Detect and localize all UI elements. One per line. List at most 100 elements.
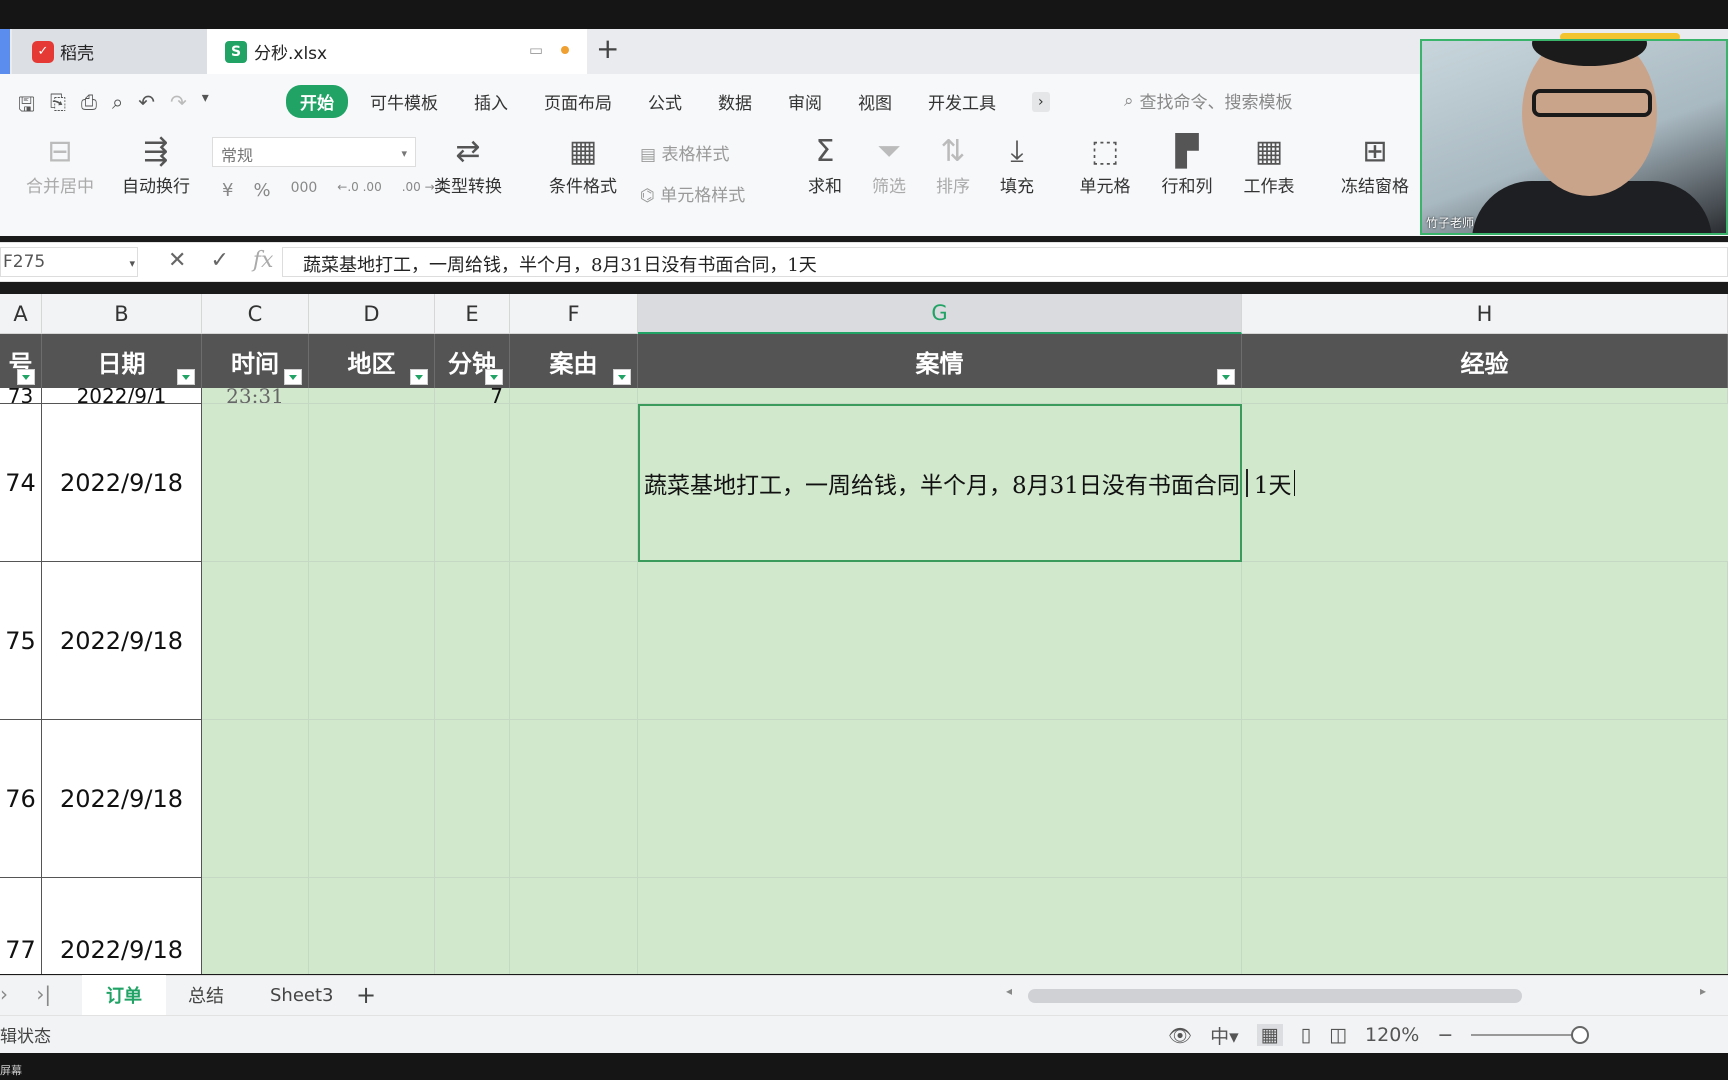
filter-dropdown-icon[interactable]: [1217, 369, 1235, 385]
formula-input[interactable]: 蔬菜基地打工，一周给钱，半个月，8月31日没有书面合同，1天: [282, 247, 1728, 277]
last-sheet-icon[interactable]: ›|: [36, 982, 51, 1006]
col-header-c[interactable]: C: [202, 294, 309, 334]
date-cell[interactable]: 2022/9/18: [42, 720, 202, 878]
zoom-slider[interactable]: [1471, 1026, 1590, 1044]
command-search[interactable]: ⌕ 查找命令、搜索模板: [1124, 88, 1293, 114]
scroll-left-icon[interactable]: ◂: [1006, 984, 1012, 998]
cancel-icon[interactable]: ✕: [168, 248, 186, 273]
menu-more-chevron-icon[interactable]: ›: [1032, 91, 1050, 112]
cause-cell[interactable]: [510, 720, 638, 878]
sum-button[interactable]: Σ 求和: [800, 132, 850, 197]
filter-dropdown-icon[interactable]: [177, 369, 195, 385]
case-cell[interactable]: [638, 878, 1242, 974]
filter-button[interactable]: ⏷ 筛选: [864, 132, 914, 197]
tab-file[interactable]: S 分秒.xlsx ▭: [207, 29, 587, 74]
row-number[interactable]: 73: [0, 388, 42, 404]
col-header-a[interactable]: A: [0, 294, 42, 334]
horizontal-scrollbar[interactable]: ◂ ▸: [1006, 984, 1706, 1003]
menu-templates[interactable]: 可牛模板: [370, 89, 438, 114]
monitor-icon[interactable]: ▭: [529, 41, 543, 59]
col-header-f[interactable]: F: [510, 294, 638, 334]
preview-icon[interactable]: ⌕: [112, 90, 123, 124]
fill-button[interactable]: ⤓ 填充: [992, 132, 1042, 197]
print-icon[interactable]: ⎙: [81, 90, 97, 124]
minutes-cell[interactable]: 7: [435, 388, 510, 404]
cell-button[interactable]: ⬚ 单元格: [1072, 132, 1138, 197]
number-format-select[interactable]: 常规 ▾: [212, 137, 416, 167]
region-cell[interactable]: [309, 562, 435, 720]
region-cell[interactable]: [309, 720, 435, 878]
customize-icon[interactable]: ▾: [202, 90, 209, 124]
region-cell[interactable]: [309, 404, 435, 562]
cause-cell[interactable]: [510, 404, 638, 562]
filter-dropdown-icon[interactable]: [613, 369, 631, 385]
sheet-tab-summary[interactable]: 总结: [164, 975, 248, 1015]
row-number[interactable]: 74: [0, 404, 42, 562]
page-break-view-icon[interactable]: ◫: [1329, 1024, 1347, 1046]
add-sheet-plus-icon[interactable]: +: [346, 975, 386, 1015]
menu-review[interactable]: 审阅: [788, 89, 822, 114]
table-style-button[interactable]: ▤ 表格样式: [640, 140, 729, 165]
filter-dropdown-icon[interactable]: [17, 369, 35, 385]
minutes-cell[interactable]: [435, 404, 510, 562]
menu-data[interactable]: 数据: [718, 89, 752, 114]
time-cell[interactable]: [202, 562, 309, 720]
sort-button[interactable]: ⇅ 排序: [928, 132, 978, 197]
time-cell[interactable]: [202, 720, 309, 878]
experience-cell[interactable]: [1242, 878, 1728, 974]
col-header-e[interactable]: E: [435, 294, 510, 334]
fx-icon[interactable]: fx: [253, 248, 274, 273]
case-cell[interactable]: [638, 388, 1242, 404]
col-header-h[interactable]: H: [1242, 294, 1728, 334]
region-cell[interactable]: [309, 388, 435, 404]
cell-style-button[interactable]: ⌬ 单元格样式: [640, 181, 745, 206]
zoom-level[interactable]: 120%: [1365, 1024, 1419, 1046]
new-tab-plus-icon[interactable]: +: [596, 32, 619, 65]
cause-cell[interactable]: [510, 878, 638, 974]
minutes-cell[interactable]: [435, 720, 510, 878]
date-cell[interactable]: 2022/9/1: [42, 388, 202, 404]
zoom-out-icon[interactable]: −: [1437, 1024, 1453, 1046]
cause-cell[interactable]: [510, 562, 638, 720]
minutes-cell[interactable]: [435, 562, 510, 720]
eye-protection-icon[interactable]: 👁: [1168, 1024, 1192, 1047]
col-header-d[interactable]: D: [309, 294, 435, 334]
time-cell[interactable]: 23:31: [202, 388, 309, 404]
percent-button[interactable]: %: [253, 180, 270, 201]
time-cell[interactable]: [202, 404, 309, 562]
filter-dropdown-icon[interactable]: [284, 369, 302, 385]
menu-formulas[interactable]: 公式: [648, 89, 682, 114]
wrap-text-button[interactable]: ⇶ 自动换行: [118, 132, 194, 197]
increase-decimal-button[interactable]: ←.0 .00: [337, 180, 381, 201]
menu-developer[interactable]: 开发工具: [928, 89, 996, 114]
experience-cell[interactable]: [1242, 388, 1728, 404]
date-cell[interactable]: 2022/9/18: [42, 562, 202, 720]
date-cell[interactable]: 2022/9/18: [42, 404, 202, 562]
save-icon[interactable]: 🖫: [18, 90, 35, 124]
sheet-tab-sheet3[interactable]: Sheet3: [246, 975, 358, 1015]
case-cell[interactable]: [638, 562, 1242, 720]
confirm-icon[interactable]: ✓: [210, 248, 228, 273]
redo-icon[interactable]: ↷: [170, 90, 187, 124]
type-convert-button[interactable]: ⇄ 类型转换: [424, 132, 512, 197]
scroll-right-icon[interactable]: ▸: [1700, 984, 1706, 998]
experience-cell[interactable]: [1242, 720, 1728, 878]
col-header-b[interactable]: B: [42, 294, 202, 334]
next-sheet-icon[interactable]: ›: [0, 982, 8, 1006]
menu-view[interactable]: 视图: [858, 89, 892, 114]
row-number[interactable]: 75: [0, 562, 42, 720]
sheet-tab-orders[interactable]: 订单: [82, 975, 166, 1015]
case-cell[interactable]: [638, 720, 1242, 878]
thousands-button[interactable]: 000: [291, 180, 318, 201]
input-method-icon[interactable]: 中▾: [1210, 1022, 1239, 1049]
menu-page-layout[interactable]: 页面布局: [544, 89, 612, 114]
region-cell[interactable]: [309, 878, 435, 974]
currency-button[interactable]: ¥: [222, 180, 233, 201]
name-box[interactable]: F275 ▾: [0, 247, 138, 277]
menu-start[interactable]: 开始: [286, 85, 348, 118]
date-cell[interactable]: 2022/9/18: [42, 878, 202, 974]
time-cell[interactable]: [202, 878, 309, 974]
menu-insert[interactable]: 插入: [474, 89, 508, 114]
export-icon[interactable]: ⎘: [50, 90, 66, 124]
freeze-panes-button[interactable]: ⊞ 冻结窗格: [1332, 132, 1418, 197]
